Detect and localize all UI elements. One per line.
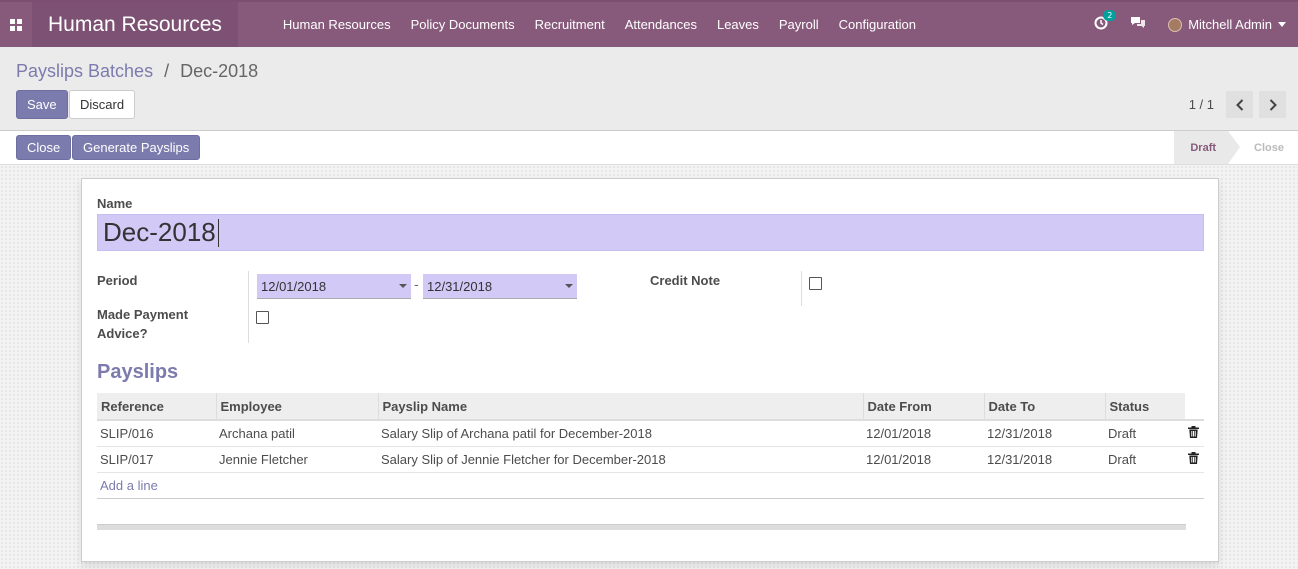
payslips-section-title: Payslips <box>97 361 179 383</box>
name-label: Name <box>97 196 133 211</box>
pager-previous-button[interactable] <box>1226 91 1253 118</box>
user-name: Mitchell Admin <box>1188 17 1272 32</box>
menu-item-payroll[interactable]: Payroll <box>769 17 829 32</box>
caret-down-icon <box>565 284 573 288</box>
discard-button[interactable]: Discard <box>69 90 136 119</box>
payslips-table: Reference Employee Payslip Name Date Fro… <box>97 393 1204 499</box>
messaging-button[interactable] <box>1130 16 1146 33</box>
table-row[interactable]: SLIP/017 Jennie Fletcher Salary Slip of … <box>97 446 1204 473</box>
date-from-field[interactable]: 12/01/2018 <box>257 274 411 299</box>
column-header-employee[interactable]: Employee <box>216 393 379 421</box>
cell-date-from: 12/01/2018 <box>863 446 984 473</box>
chat-icon <box>1131 17 1146 28</box>
date-range-separator: - <box>414 278 419 293</box>
pager-next-button[interactable] <box>1259 91 1286 118</box>
column-header-date-to[interactable]: Date To <box>984 393 1106 421</box>
activity-button[interactable]: 2 <box>1094 9 1117 34</box>
add-line-row: Add a line <box>97 472 1204 499</box>
menu-item-policy-documents[interactable]: Policy Documents <box>401 17 525 32</box>
credit-note-label: Credit Note <box>650 273 721 288</box>
apps-menu-icon[interactable] <box>0 2 32 47</box>
cell-employee: Jennie Fletcher <box>216 446 378 473</box>
cell-status: Draft <box>1105 420 1185 447</box>
cell-payslip-name: Salary Slip of Jennie Fletcher for Decem… <box>378 446 863 473</box>
main-menu: Human Resources Policy Documents Recruit… <box>273 17 926 32</box>
form-sheet: Name Dec-2018 Period 12/01/2018 - 12/31/… <box>81 178 1219 562</box>
generate-payslips-button[interactable]: Generate Payslips <box>72 135 201 160</box>
cell-date-to: 12/31/2018 <box>984 420 1105 447</box>
name-value: Dec-2018 <box>103 217 216 247</box>
delete-row-button[interactable] <box>1185 446 1204 473</box>
cell-employee: Archana patil <box>216 420 378 447</box>
pager: 1 / 1 <box>1189 91 1286 118</box>
date-from-value: 12/01/2018 <box>261 278 327 294</box>
cell-reference: SLIP/017 <box>97 446 216 473</box>
form-statusbar: Close Generate Payslips Draft Close <box>0 131 1298 165</box>
payment-advice-label-line-2: Advice? <box>97 326 148 341</box>
table-footer-bar <box>97 524 1186 530</box>
payment-advice-checkbox[interactable] <box>256 311 269 324</box>
app-title[interactable]: Human Resources <box>32 2 238 47</box>
menu-item-leaves[interactable]: Leaves <box>707 17 769 32</box>
cell-reference: SLIP/016 <box>97 420 216 447</box>
chevron-right-icon <box>1269 98 1277 111</box>
column-header-status[interactable]: Status <box>1105 393 1185 421</box>
breadcrumb-separator: / <box>164 61 170 81</box>
stage-close[interactable]: Close <box>1240 131 1298 164</box>
table-row[interactable]: SLIP/016 Archana patil Salary Slip of Ar… <box>97 420 1204 447</box>
top-navbar: Human Resources Human Resources Policy D… <box>0 0 1298 47</box>
pager-value[interactable]: 1 / 1 <box>1189 97 1214 112</box>
field-divider <box>801 271 802 306</box>
name-field[interactable]: Dec-2018 <box>97 214 1204 251</box>
date-to-field[interactable]: 12/31/2018 <box>423 274 577 299</box>
stage-arrow <box>1228 131 1241 164</box>
column-header-actions <box>1185 393 1204 421</box>
caret-down-icon <box>399 284 407 288</box>
period-label: Period <box>97 273 138 288</box>
date-to-value: 12/31/2018 <box>427 278 493 294</box>
status-stages: Draft Close <box>1174 131 1298 164</box>
caret-down-icon <box>1278 22 1286 27</box>
breadcrumb: Payslips Batches / Dec-2018 <box>16 61 258 82</box>
column-header-payslip-name[interactable]: Payslip Name <box>378 393 864 421</box>
chevron-left-icon <box>1235 98 1243 111</box>
credit-note-checkbox[interactable] <box>809 277 822 290</box>
column-header-reference[interactable]: Reference <box>97 393 217 421</box>
breadcrumb-payslips-batches[interactable]: Payslips Batches <box>16 61 153 81</box>
text-cursor <box>217 218 219 247</box>
control-panel: Payslips Batches / Dec-2018 Save Discard… <box>0 47 1298 131</box>
field-divider <box>248 271 249 343</box>
add-line-cell: Add a line <box>97 472 1204 499</box>
menu-item-attendances[interactable]: Attendances <box>615 17 707 32</box>
activity-count-badge: 2 <box>1103 9 1117 21</box>
menu-item-configuration[interactable]: Configuration <box>829 17 926 32</box>
menu-item-recruitment[interactable]: Recruitment <box>525 17 615 32</box>
navbar-systray: 2 Mitchell Admin <box>1094 2 1286 47</box>
add-line-link[interactable]: Add a line <box>100 478 158 493</box>
trash-icon <box>1188 451 1199 464</box>
table-header-row: Reference Employee Payslip Name Date Fro… <box>97 393 1204 421</box>
close-batch-button[interactable]: Close <box>16 135 72 160</box>
payment-advice-label: Made Payment Advice? <box>97 305 188 343</box>
payment-advice-label-line-1: Made Payment <box>97 307 189 322</box>
cell-status: Draft <box>1105 446 1185 473</box>
menu-item-human-resources[interactable]: Human Resources <box>273 17 401 32</box>
save-button[interactable]: Save <box>16 90 68 119</box>
cell-payslip-name: Salary Slip of Archana patil for Decembe… <box>378 420 863 447</box>
column-header-date-from[interactable]: Date From <box>863 393 985 421</box>
cell-date-from: 12/01/2018 <box>863 420 984 447</box>
avatar <box>1168 17 1183 32</box>
delete-row-button[interactable] <box>1185 420 1204 447</box>
user-menu[interactable]: Mitchell Admin <box>1168 17 1286 32</box>
stage-draft[interactable]: Draft <box>1174 131 1229 164</box>
cell-date-to: 12/31/2018 <box>984 446 1105 473</box>
breadcrumb-current: Dec-2018 <box>180 61 259 81</box>
trash-icon <box>1188 425 1199 438</box>
